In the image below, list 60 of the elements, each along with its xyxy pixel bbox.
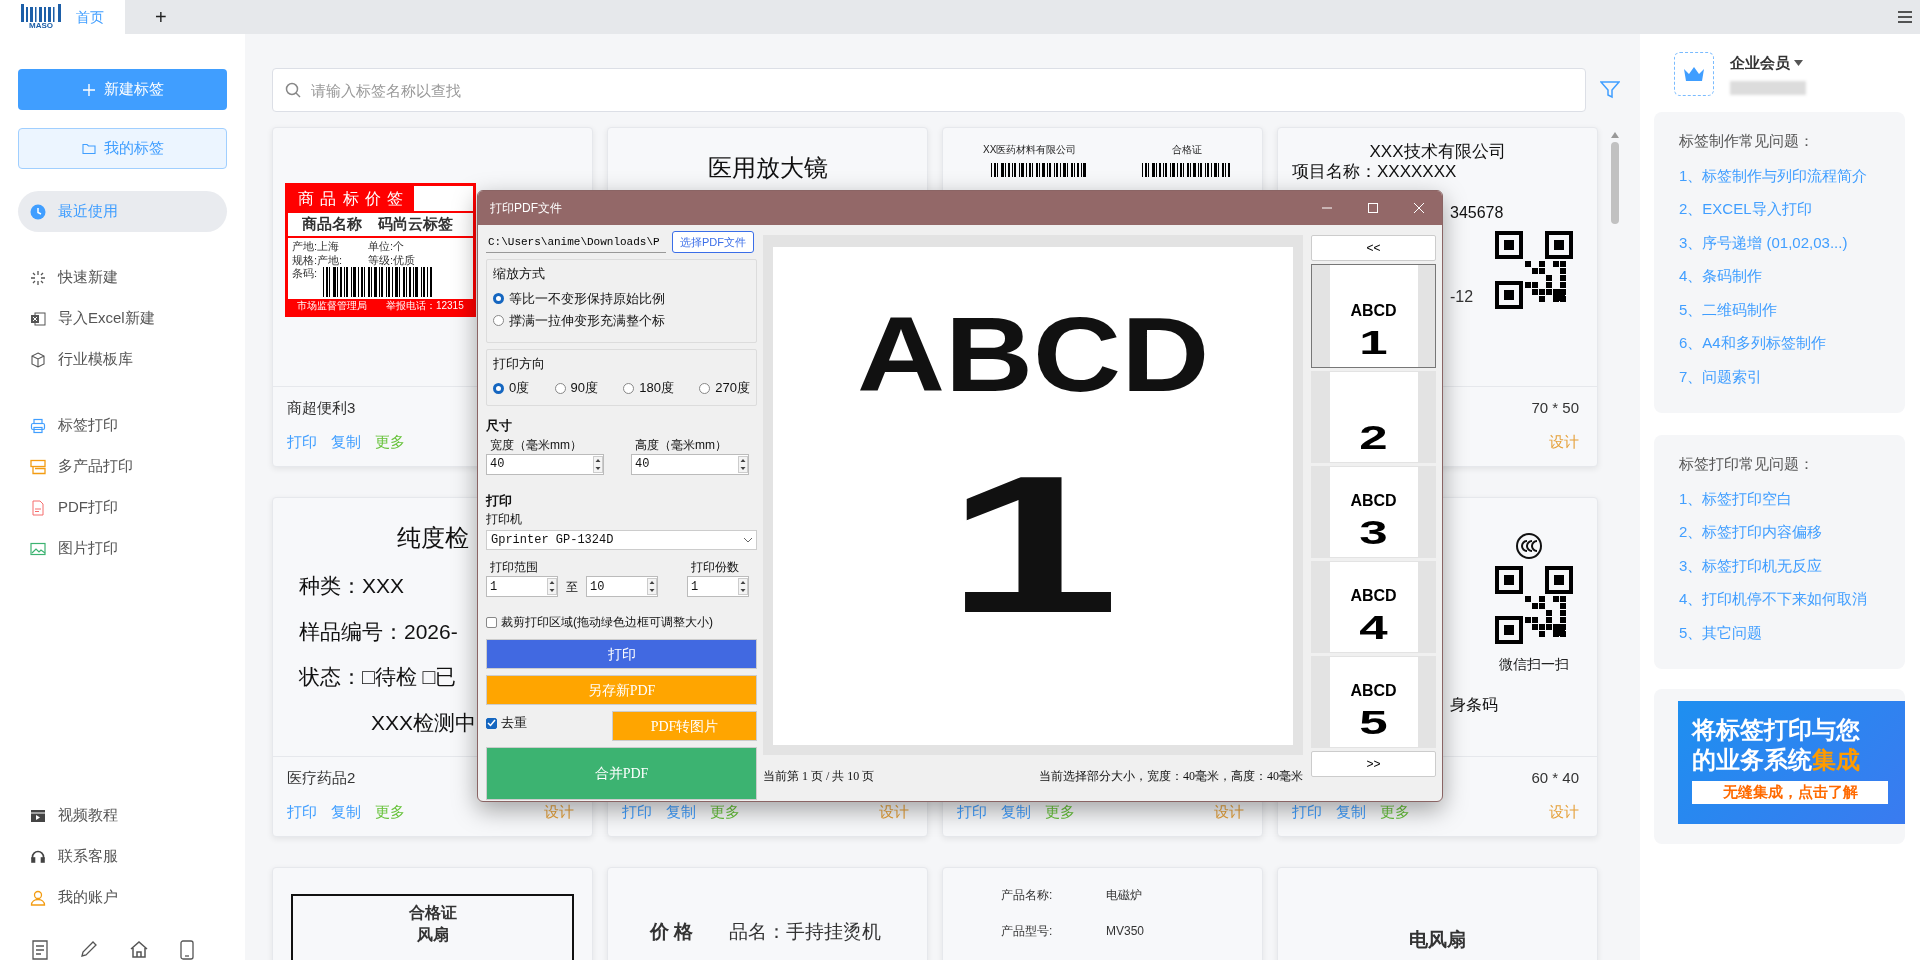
label-size: 70 * 50 <box>1531 398 1579 418</box>
template-name: 商超便利3 <box>287 398 356 418</box>
checkbox-label: 去重 <box>501 714 527 733</box>
label-text: 品名：手持挂烫机 <box>729 920 882 944</box>
label-text: 风扇 <box>415 925 450 946</box>
faq-title: 标签制作常见问题： <box>1679 131 1815 151</box>
tag-footer-text: 举报电话：12315 <box>385 300 464 313</box>
group-title: 缩放方式 <box>493 265 546 283</box>
field-label: 打印机 <box>486 511 523 528</box>
option-label: 0度 <box>509 379 530 398</box>
option-label: 270度 <box>715 379 750 398</box>
field-label: 打印份数 <box>690 559 740 576</box>
field-label: 高度（毫米mm） <box>634 436 728 454</box>
label-text: 电磁炉 <box>1106 887 1142 904</box>
banner-headline: 的业务系统集成 <box>1692 745 1861 775</box>
option-label: 180度 <box>639 379 674 398</box>
tag-field: 产地:上海 <box>292 239 368 254</box>
faq-title: 标签打印常见问题： <box>1679 454 1815 474</box>
label-text: 价 格 <box>650 920 694 944</box>
field-label: 宽度（毫米mm） <box>489 436 583 454</box>
tag-field-label: 商品名称 <box>302 215 362 234</box>
label-text: 产品名称: <box>1001 887 1054 904</box>
section-title: 尺寸 <box>486 417 513 435</box>
label-text: XX医药材料有限公司 <box>983 143 1077 157</box>
label-text: 身条码 <box>1450 696 1498 713</box>
label-text: 345678 <box>1450 203 1504 221</box>
label-text: 样品编号：2026- <box>299 618 458 645</box>
label-text: 种类：XXX <box>299 573 405 599</box>
label-size: 60 * 40 <box>1531 768 1579 788</box>
tag-field-value: 码尚云标签 <box>378 215 453 234</box>
banner-headline: 将标签打印与您 <box>1692 715 1861 745</box>
preview-text: ABCD <box>856 301 1210 407</box>
field-label: 打印范围 <box>489 559 539 576</box>
tag-field: 规格:产地: <box>292 253 368 268</box>
label-text: 项目名称：XXXXXXX <box>1292 162 1457 183</box>
page-status: 当前第 1 页 / 共 10 页 <box>763 768 875 785</box>
dialog-title: 打印PDF文件 <box>490 200 563 217</box>
label-text: 合格证 <box>407 903 458 923</box>
tag-footer-text: 市场监督管理局 <box>297 300 368 313</box>
label-heading: 电风扇 <box>1409 928 1466 952</box>
tag-field: 单位:个 <box>368 239 469 254</box>
label-text: 微信扫一扫 <box>1499 655 1569 674</box>
size-status: 当前选择部分大小，宽度：40毫米，高度：40毫米 <box>1039 768 1303 785</box>
label-heading: XXX技术有限公司 <box>1369 142 1506 163</box>
preview-text: 1 <box>945 447 1121 643</box>
label-text: MV350 <box>1106 923 1145 940</box>
tag-field: 条码: <box>292 267 318 281</box>
label-text: XXX检测中 <box>371 709 477 736</box>
label-title: 纯度检 <box>396 523 469 553</box>
label-title: 医用放大镜 <box>707 153 828 183</box>
group-title: 打印方向 <box>493 354 546 373</box>
logo-icon: MASO <box>20 4 62 30</box>
range-separator: 至 <box>566 578 578 596</box>
tag-field: 等级:优质 <box>368 253 469 268</box>
template-name: 医疗药品2 <box>287 768 356 788</box>
label-text: 产品型号: <box>1001 923 1054 940</box>
label-text: -12 <box>1450 286 1474 307</box>
label-text: 状态：□待检 □已 <box>299 664 457 690</box>
label-text: 合格证 <box>1172 143 1202 157</box>
tag-header: 商 品 标 价 签 <box>288 186 414 211</box>
